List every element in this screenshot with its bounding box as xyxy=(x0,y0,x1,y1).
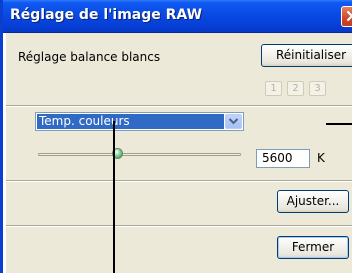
reset-button[interactable]: Réinitialiser xyxy=(261,44,352,67)
title-bar[interactable]: Réglage de l'image RAW xyxy=(3,0,352,33)
page-button-2[interactable]: 2 xyxy=(287,81,304,96)
divider xyxy=(6,105,352,107)
dialog-client-area: Réglage balance blancs Réinitialiser 1 2… xyxy=(6,33,352,273)
select-value: Temp. couleurs xyxy=(37,114,224,129)
close-icon[interactable] xyxy=(341,6,352,27)
page-button-3[interactable]: 3 xyxy=(309,81,326,96)
temperature-unit: K xyxy=(317,151,325,165)
raw-adjust-window: Réglage de l'image RAW Réglage balance b… xyxy=(0,0,352,273)
white-balance-label: Réglage balance blancs xyxy=(18,50,161,64)
white-balance-mode-select[interactable]: Temp. couleurs xyxy=(35,112,244,131)
window-title: Réglage de l'image RAW xyxy=(10,7,203,23)
temperature-field[interactable]: 5600 xyxy=(256,149,310,168)
adjust-button[interactable]: Ajuster... xyxy=(277,190,349,213)
temperature-slider-track[interactable] xyxy=(38,153,241,156)
chevron-down-icon[interactable] xyxy=(225,114,242,129)
callout-line-field xyxy=(326,123,352,125)
page-button-1[interactable]: 1 xyxy=(265,81,282,96)
close-button[interactable]: Fermer xyxy=(277,236,349,259)
divider xyxy=(6,180,352,182)
divider xyxy=(6,225,352,227)
callout-line-slider xyxy=(113,121,115,273)
